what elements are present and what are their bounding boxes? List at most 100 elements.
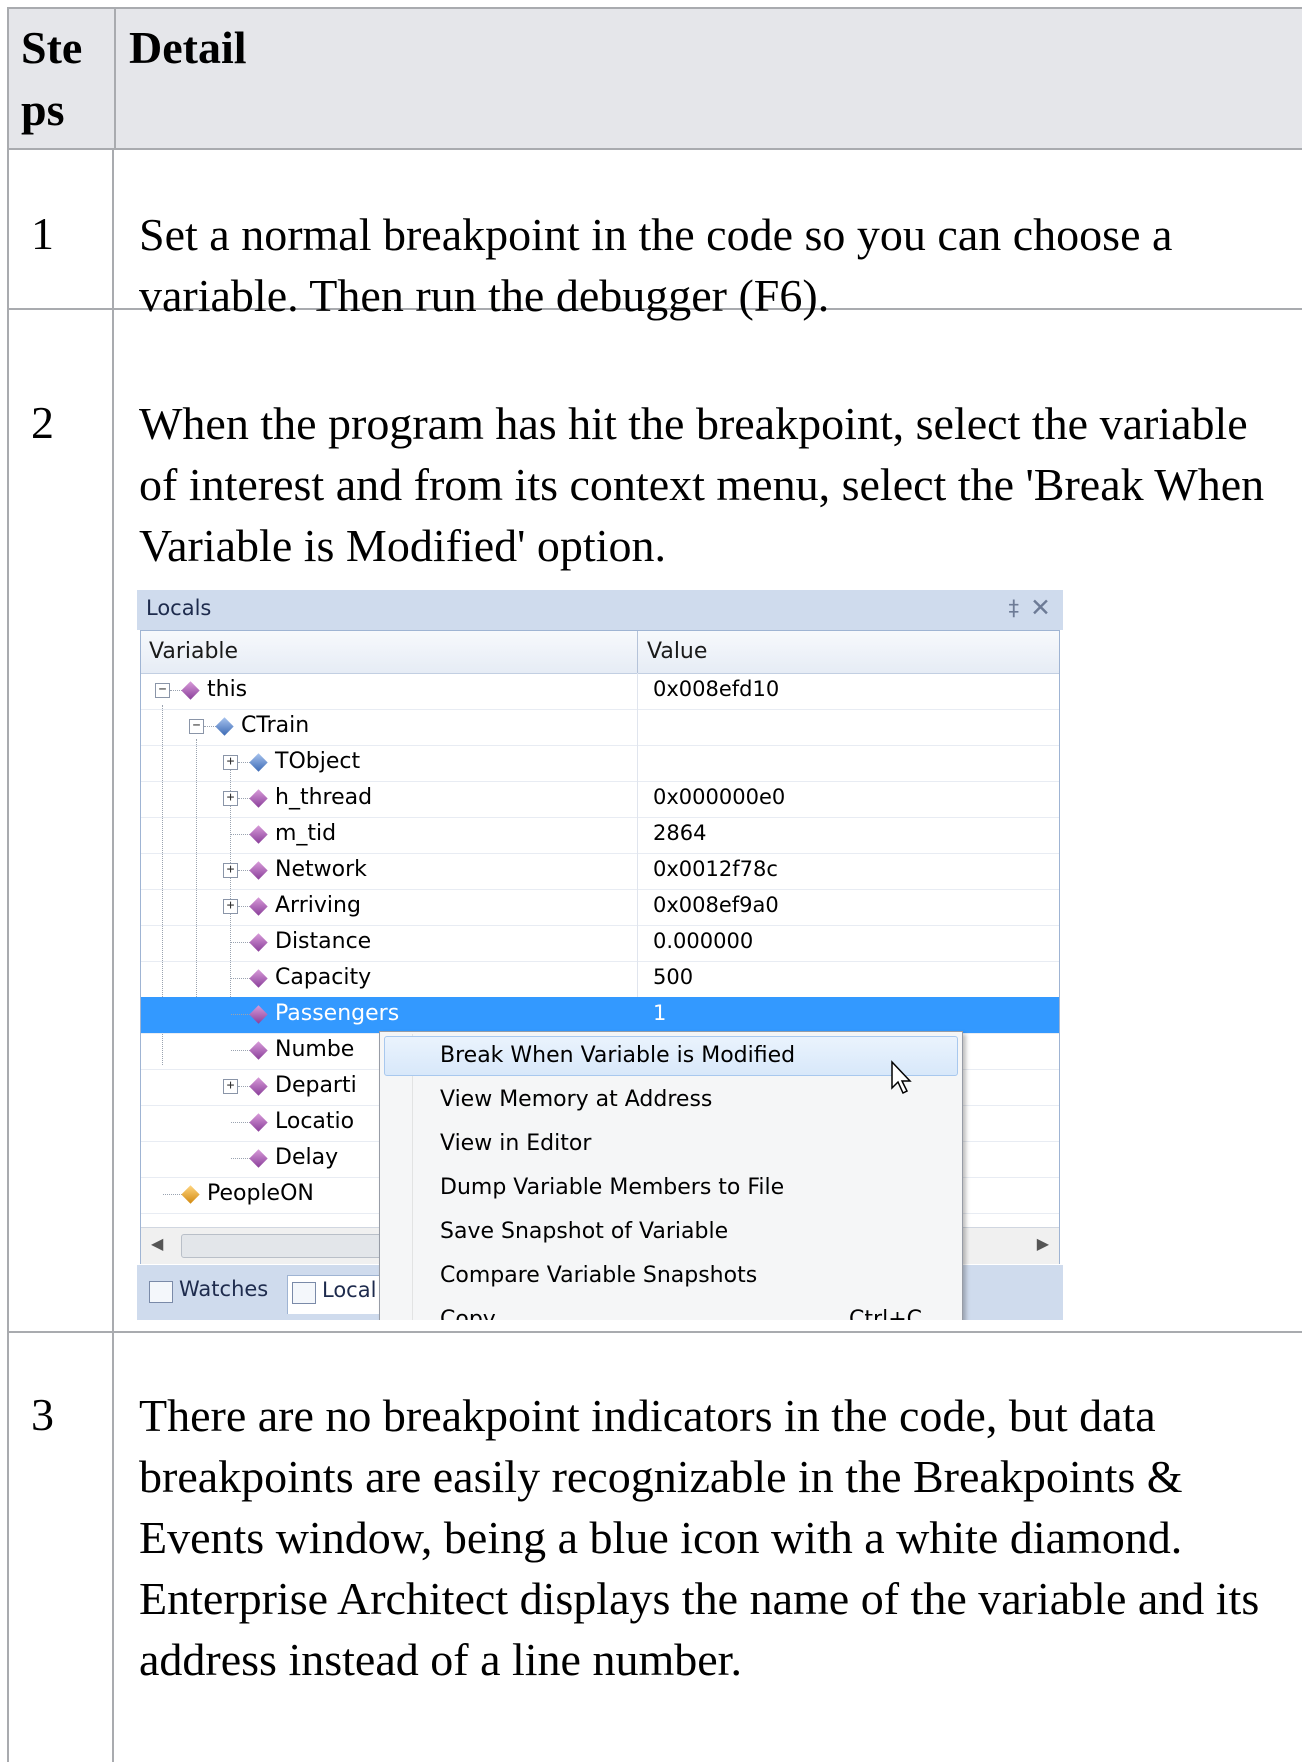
- tab-watches[interactable]: Watches: [149, 1275, 279, 1313]
- watches-icon: [149, 1281, 173, 1303]
- step-number: 1: [31, 208, 54, 259]
- tree-row-this[interactable]: − this 0x008efd10: [141, 673, 1059, 710]
- tree-guide: [231, 978, 250, 980]
- step-number: 3: [31, 1389, 54, 1440]
- variable-value: 0.000000: [653, 929, 754, 953]
- menu-item-copy[interactable]: Copy: [440, 1307, 496, 1320]
- tab-label: Local: [322, 1278, 377, 1302]
- tree-row-arriving[interactable]: + Arriving 0x008ef9a0: [141, 889, 1059, 926]
- variable-value: 1: [653, 1001, 667, 1025]
- variable-value: 2864: [653, 821, 707, 845]
- variable-name: Capacity: [275, 965, 372, 990]
- header-steps: Ste ps: [21, 22, 83, 135]
- variable-name: Passengers: [275, 1001, 400, 1026]
- mouse-cursor-icon: [891, 1060, 912, 1095]
- variable-value: 0x000000e0: [653, 785, 786, 809]
- table-header: Ste ps Detail: [7, 7, 1302, 150]
- variable-value: 0x008ef9a0: [653, 893, 779, 917]
- menu-item-view-in-editor[interactable]: View in Editor: [440, 1131, 591, 1156]
- value-separator: [637, 925, 638, 961]
- row-divider: [7, 1331, 1302, 1333]
- variable-name: Numbe: [275, 1037, 355, 1062]
- variable-name: CTrain: [241, 713, 310, 738]
- expand-icon[interactable]: +: [223, 1079, 238, 1094]
- tree-row-network[interactable]: + Network 0x0012f78c: [141, 853, 1059, 890]
- variable-name: h_thread: [275, 785, 373, 810]
- variable-icon: [249, 969, 268, 988]
- pin-icon[interactable]: ‡: [1009, 596, 1020, 620]
- tree-row-m-tid[interactable]: m_tid 2864: [141, 817, 1059, 854]
- locals-title: Locals: [146, 596, 212, 620]
- variable-name: Delay: [275, 1145, 339, 1170]
- tree-guide: [231, 1050, 250, 1052]
- collapse-icon[interactable]: −: [189, 719, 204, 734]
- expand-icon[interactable]: +: [223, 899, 238, 914]
- variable-icon: [249, 825, 268, 844]
- tab-label: Watches: [179, 1277, 269, 1301]
- variable-icon: [249, 1077, 268, 1096]
- variable-icon: [249, 933, 268, 952]
- tab-locals[interactable]: Local: [287, 1275, 389, 1314]
- tree-row-h-thread[interactable]: + h_thread 0x000000e0: [141, 781, 1059, 818]
- close-icon[interactable]: ✕: [1030, 593, 1051, 622]
- variable-name: Arriving: [275, 893, 361, 918]
- expand-icon[interactable]: +: [223, 863, 238, 878]
- step-number: 2: [31, 397, 54, 448]
- variable-icon: [249, 1005, 268, 1024]
- copy-shortcut: Ctrl+C: [849, 1307, 922, 1320]
- step-detail: Set a normal breakpoint in the code so y…: [139, 209, 1173, 321]
- variable-name: TObject: [275, 749, 361, 774]
- column-divider: [112, 148, 114, 1762]
- menu-item-save-snapshot[interactable]: Save Snapshot of Variable: [440, 1219, 728, 1244]
- variable-icon: [249, 1149, 268, 1168]
- locals-titlebar: Locals ‡ ✕: [137, 590, 1063, 630]
- value-separator: [637, 745, 638, 781]
- scroll-left-icon[interactable]: ◀: [151, 1234, 163, 1253]
- variable-name: Network: [275, 857, 367, 882]
- row-divider: [7, 148, 1302, 150]
- step-detail: There are no breakpoint indicators in th…: [139, 1390, 1260, 1685]
- scroll-right-icon[interactable]: ▶: [1037, 1234, 1049, 1253]
- value-separator: [637, 673, 638, 709]
- variable-name: this: [207, 677, 248, 702]
- variable-icon: [249, 897, 268, 916]
- step-detail: When the program has hit the breakpoint,…: [139, 398, 1265, 571]
- column-variable[interactable]: Variable: [149, 639, 238, 664]
- collapse-icon[interactable]: −: [155, 683, 170, 698]
- variable-name: Locatio: [275, 1109, 355, 1134]
- locals-window: Locals ‡ ✕ Variable Value − this 0x008ef…: [137, 590, 1063, 1320]
- tree-row-tobject[interactable]: + TObject: [141, 745, 1059, 782]
- expand-icon[interactable]: +: [223, 791, 238, 806]
- menu-item-break-when-modified[interactable]: Break When Variable is Modified: [440, 1043, 795, 1068]
- variable-name: PeopleON: [207, 1181, 314, 1206]
- variable-value: 500: [653, 965, 694, 989]
- menu-item-dump-members[interactable]: Dump Variable Members to File: [440, 1175, 784, 1200]
- class-icon: [249, 753, 268, 772]
- variable-icon: [249, 861, 268, 880]
- column-value[interactable]: Value: [647, 639, 707, 664]
- tree-guide: [231, 834, 250, 836]
- column-header: Variable Value: [141, 631, 1059, 674]
- tree-row-passengers[interactable]: Passengers 1: [141, 997, 1059, 1034]
- variable-icon: [249, 1113, 268, 1132]
- class-icon: [215, 717, 234, 736]
- menu-item-view-memory[interactable]: View Memory at Address: [440, 1087, 712, 1112]
- menu-item-compare-snapshots[interactable]: Compare Variable Snapshots: [440, 1263, 757, 1288]
- variable-name: Distance: [275, 929, 372, 954]
- expand-icon[interactable]: +: [223, 755, 238, 770]
- value-separator: [637, 961, 638, 997]
- variable-icon: [181, 1185, 200, 1204]
- variable-name: m_tid: [275, 821, 337, 846]
- tree-row-distance[interactable]: Distance 0.000000: [141, 925, 1059, 962]
- value-separator: [637, 817, 638, 853]
- value-separator: [637, 889, 638, 925]
- column-separator[interactable]: [637, 631, 638, 673]
- tree-guide: [231, 1122, 250, 1124]
- context-menu: Break When Variable is Modified View Mem…: [379, 1031, 963, 1320]
- tree-row-ctrain[interactable]: − CTrain: [141, 709, 1059, 746]
- value-separator: [637, 781, 638, 817]
- tree-row-capacity[interactable]: Capacity 500: [141, 961, 1059, 998]
- variable-name: Departi: [275, 1073, 357, 1098]
- menu-gutter: [412, 1034, 413, 1320]
- variable-value: 0x0012f78c: [653, 857, 778, 881]
